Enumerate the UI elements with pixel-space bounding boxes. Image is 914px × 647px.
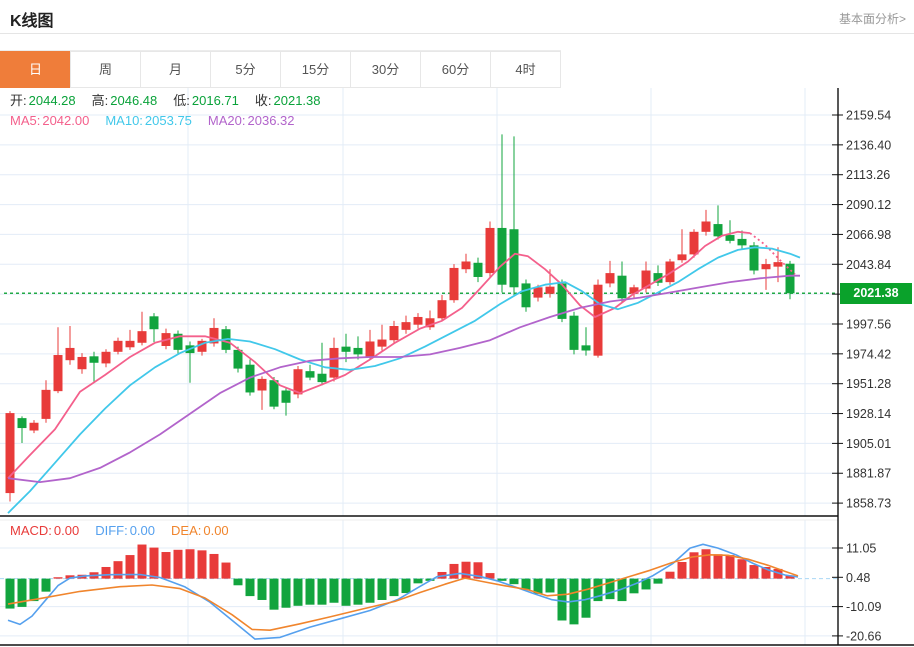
- tab-timeframe-3[interactable]: 5分: [210, 51, 281, 88]
- macd-dea: DEA: 0.00: [171, 523, 229, 538]
- svg-text:-20.66: -20.66: [846, 629, 881, 643]
- macd-readout: MACD: 0.00 DIFF: 0.00 DEA: 0.00: [10, 521, 245, 540]
- ma-ma20: MA20: 2036.32: [207, 113, 295, 128]
- tab-timeframe-4[interactable]: 15分: [280, 51, 351, 88]
- fundamental-analysis-link[interactable]: 基本面分析>: [839, 10, 906, 27]
- kline-page: K线图 基本面分析> 日周月 5分 15分 30分 60分 4时 2159.54 2136.…: [0, 0, 914, 647]
- svg-text:2043.84: 2043.84: [846, 258, 891, 272]
- ma5-line: [7, 230, 751, 479]
- ohlc-high: 高: 2046.48: [91, 93, 158, 108]
- macd-axis-labels: 11.05 0.48 -10.09 -20.66: [832, 542, 881, 643]
- ma-ma5: MA5: 2042.00: [10, 113, 90, 128]
- svg-text:1881.87: 1881.87: [846, 467, 891, 481]
- tab-timeframe-2[interactable]: 月: [140, 51, 211, 88]
- tab-timeframe-6[interactable]: 60分: [420, 51, 491, 88]
- tab-timeframe-7[interactable]: 4时: [490, 51, 561, 88]
- current-price-badge: 2021.38: [840, 283, 912, 304]
- ohlc-open: 开: 2044.28: [10, 93, 76, 108]
- tab-timeframe-5[interactable]: 30分: [350, 51, 421, 88]
- svg-text:2159.54: 2159.54: [846, 109, 891, 123]
- price-axis-labels: 2159.54 2136.40 2113.26 2090.12 2066.98 2043.…: [832, 109, 891, 511]
- page-title: K线图: [10, 13, 54, 30]
- timeframe-tabs: 日周月 5分 15分 30分 60分 4时: [0, 50, 561, 88]
- candles-layer: [5, 134, 795, 502]
- ma20-line: [7, 274, 800, 484]
- svg-text:0.48: 0.48: [846, 571, 870, 585]
- svg-text:1997.56: 1997.56: [846, 317, 891, 331]
- svg-text:11.05: 11.05: [846, 542, 876, 556]
- ma-readout: MA5: 2042.00 MA10: 2053.75 MA20: 2036.32: [10, 111, 311, 130]
- svg-text:2066.98: 2066.98: [846, 228, 891, 242]
- macd-histogram: [5, 544, 795, 625]
- ma-ma10: MA10: 2053.75: [105, 113, 192, 128]
- svg-text:1858.73: 1858.73: [846, 497, 891, 511]
- macd-diff: DIFF: 0.00: [95, 523, 156, 538]
- svg-text:-10.09: -10.09: [846, 600, 881, 614]
- macd-macd: MACD: 0.00: [10, 523, 80, 538]
- ohlc-readout: 开: 2044.28 高: 2046.48 低: 2016.71 收: 2021.38: [10, 91, 337, 110]
- header-divider: [0, 33, 914, 34]
- svg-text:2090.12: 2090.12: [846, 198, 891, 212]
- ohlc-close: 收: 2021.38: [254, 93, 321, 108]
- svg-text:1951.28: 1951.28: [846, 377, 891, 391]
- svg-text:1928.14: 1928.14: [846, 407, 891, 421]
- svg-text:1905.01: 1905.01: [846, 437, 891, 451]
- svg-text:2113.26: 2113.26: [846, 168, 890, 182]
- ohlc-low: 低: 2016.71: [173, 93, 239, 108]
- kline-chart-canvas[interactable]: 2159.54 2136.40 2113.26 2090.12 2066.98 2043.…: [0, 88, 914, 647]
- tab-timeframe-0[interactable]: 日: [0, 51, 71, 88]
- svg-text:2136.40: 2136.40: [846, 138, 891, 152]
- svg-text:1974.42: 1974.42: [846, 347, 891, 361]
- tab-timeframe-1[interactable]: 周: [70, 51, 141, 88]
- chart-borders: [0, 88, 914, 646]
